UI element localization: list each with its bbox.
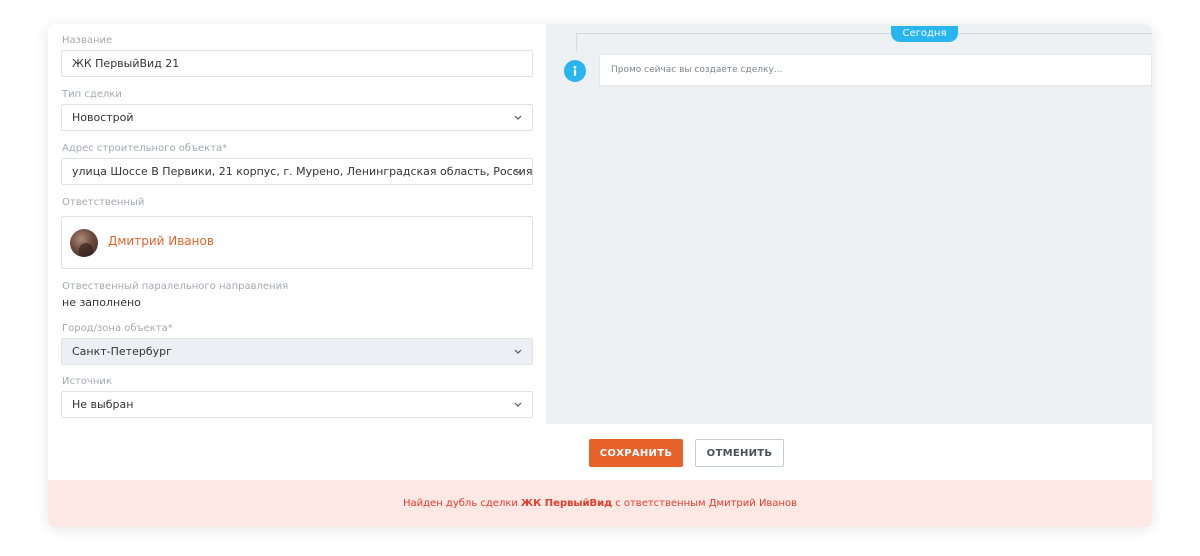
today-badge: Сегодня <box>891 26 958 42</box>
responsible-label: Ответственный <box>62 197 145 208</box>
responsible-name-link[interactable]: Дмитрий Иванов <box>108 234 214 248</box>
chevron-down-icon <box>513 159 523 184</box>
deal-type-value: Новострой <box>72 111 134 124</box>
source-label: Источник <box>62 376 112 387</box>
city-value: Санкт-Петербург <box>72 345 172 358</box>
deal-form: Название ЖК ПервыйВид 21 Тип сделки Ново… <box>48 24 546 424</box>
address-label: Адрес строительного объекта* <box>62 143 228 154</box>
form-footer: СОХРАНИТЬ ОТМЕНИТЬ <box>48 424 1152 480</box>
duplicate-prefix: Найден дубль сделки <box>403 498 518 509</box>
source-value: Не выбран <box>72 398 134 411</box>
city-label: Город/зона объекта* <box>62 323 173 334</box>
deal-type-label: Тип сделки <box>62 89 122 100</box>
chevron-down-icon <box>513 339 523 364</box>
duplicate-suffix: с ответственным Дмитрий Иванов <box>615 498 797 509</box>
timeline-divider <box>576 33 1152 34</box>
address-value: улица Шоссе В Первики, 21 корпус, г. Мур… <box>72 165 533 178</box>
promo-message: Промо сейчас вы создаете сделку... <box>599 54 1152 86</box>
chevron-down-icon <box>513 105 523 130</box>
parallel-responsible-label: Отвественный паралельного направления <box>62 281 289 292</box>
name-value: ЖК ПервыйВид 21 <box>72 57 180 70</box>
save-button[interactable]: СОХРАНИТЬ <box>589 439 683 467</box>
deal-card: Название ЖК ПервыйВид 21 Тип сделки Ново… <box>48 24 1152 527</box>
chevron-down-icon <box>513 392 523 417</box>
parallel-responsible-value: не заполнено <box>62 296 141 309</box>
info-icon <box>564 60 586 82</box>
cancel-button[interactable]: ОТМЕНИТЬ <box>695 439 784 467</box>
address-select[interactable]: улица Шоссе В Первики, 21 корпус, г. Мур… <box>61 158 533 185</box>
avatar <box>70 229 98 257</box>
source-select[interactable]: Не выбран <box>61 391 533 418</box>
timeline-divider-vertical <box>576 33 577 51</box>
name-label: Название <box>62 35 113 46</box>
duplicate-deal-name: ЖК ПервыйВид <box>520 498 613 509</box>
duplicate-warning: Найден дубль сделки ЖК ПервыйВид с ответ… <box>48 480 1152 527</box>
deal-type-select[interactable]: Новострой <box>61 104 533 131</box>
city-select[interactable]: Санкт-Петербург <box>61 338 533 365</box>
name-input[interactable]: ЖК ПервыйВид 21 <box>61 50 533 77</box>
responsible-field[interactable]: Дмитрий Иванов <box>61 216 533 269</box>
